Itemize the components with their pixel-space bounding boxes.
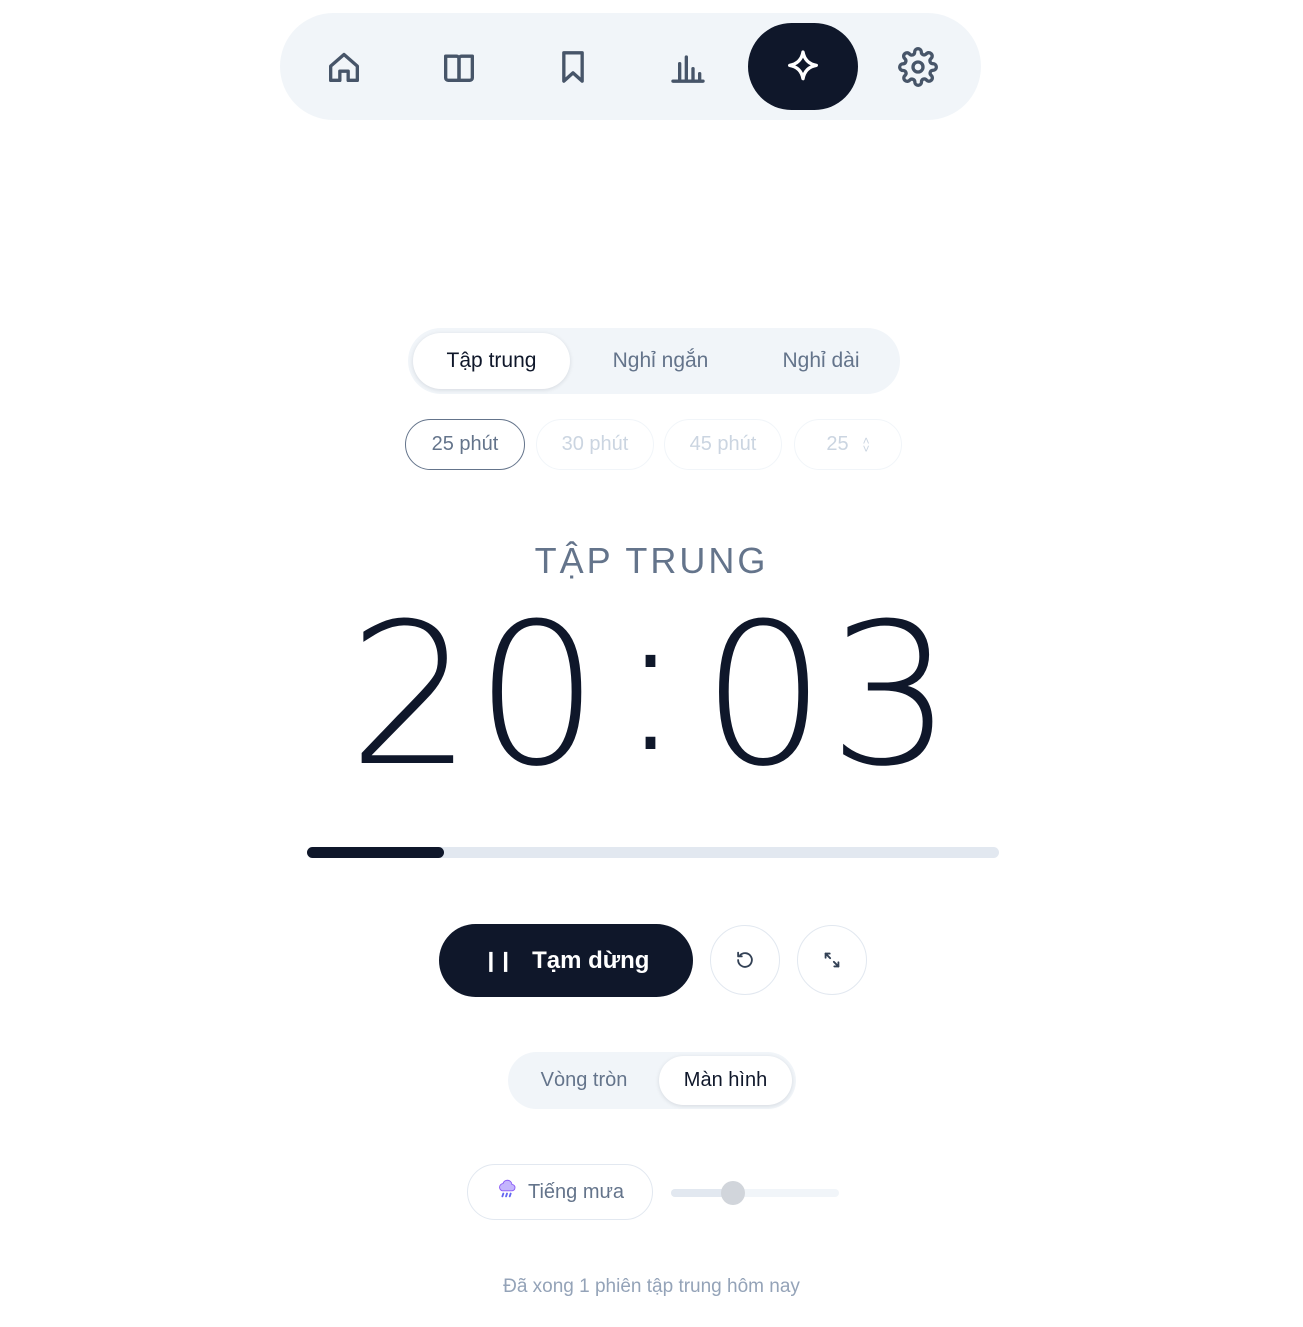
timer-separator: : [617, 568, 686, 796]
bookmark-icon [562, 50, 584, 83]
view-screen-option[interactable]: Màn hình [659, 1056, 792, 1105]
mode-tabs: Tập trung Nghỉ ngắn Nghỉ dài [408, 328, 900, 394]
nav-home-button[interactable] [289, 23, 399, 110]
home-icon [329, 52, 359, 82]
progress-fill [307, 847, 445, 858]
rain-cloud-icon [496, 1178, 518, 1206]
timer-display: 20:03 [0, 582, 1303, 796]
preset-30-min-button[interactable]: 30 phút [536, 419, 654, 470]
pause-label: Tạm dừng [532, 946, 650, 974]
timer-seconds: 03 [701, 582, 955, 810]
top-nav [280, 13, 981, 120]
nav-settings-button[interactable] [863, 23, 973, 110]
progress-bar [307, 847, 999, 858]
tab-long-break[interactable]: Nghỉ dài [748, 333, 894, 389]
view-toggle: Vòng tròn Màn hình [508, 1052, 796, 1109]
expand-icon [824, 952, 840, 968]
timer-minutes: 20 [348, 582, 602, 810]
rain-sound-button[interactable]: Tiếng mưa [467, 1164, 653, 1220]
nav-stats-button[interactable] [633, 23, 743, 110]
pause-button[interactable]: ❙❙ Tạm dừng [439, 924, 693, 997]
reset-button[interactable] [710, 925, 780, 995]
nav-bookmarks-button[interactable] [518, 23, 628, 110]
custom-duration-value: 25 [826, 433, 849, 455]
reset-icon [737, 951, 753, 968]
tab-focus[interactable]: Tập trung [413, 333, 570, 389]
rain-sound-label: Tiếng mưa [527, 1180, 624, 1203]
pause-icon: ❙❙ [482, 950, 514, 972]
volume-handle[interactable] [721, 1181, 746, 1205]
gear-icon [898, 46, 938, 87]
view-circle-option[interactable]: Vòng tròn [514, 1056, 654, 1105]
volume-slider[interactable] [671, 1181, 839, 1205]
preset-25-min-button[interactable]: 25 phút [405, 419, 525, 470]
bar-chart-icon [671, 54, 705, 83]
nav-focus-button[interactable] [748, 23, 858, 110]
session-summary: Đã xong 1 phiên tập trung hôm nay [503, 1276, 800, 1297]
nav-library-button[interactable] [404, 23, 514, 110]
preset-45-min-button[interactable]: 45 phút [664, 419, 782, 470]
stepper-arrows-icon[interactable]: ˄ ˅ [863, 435, 870, 455]
sparkle-icon [788, 49, 818, 80]
book-open-icon [444, 54, 474, 82]
tab-short-break[interactable]: Nghỉ ngắn [583, 333, 738, 389]
fullscreen-button[interactable] [797, 925, 867, 995]
custom-duration-stepper[interactable]: 25 ˄ ˅ [794, 419, 902, 470]
